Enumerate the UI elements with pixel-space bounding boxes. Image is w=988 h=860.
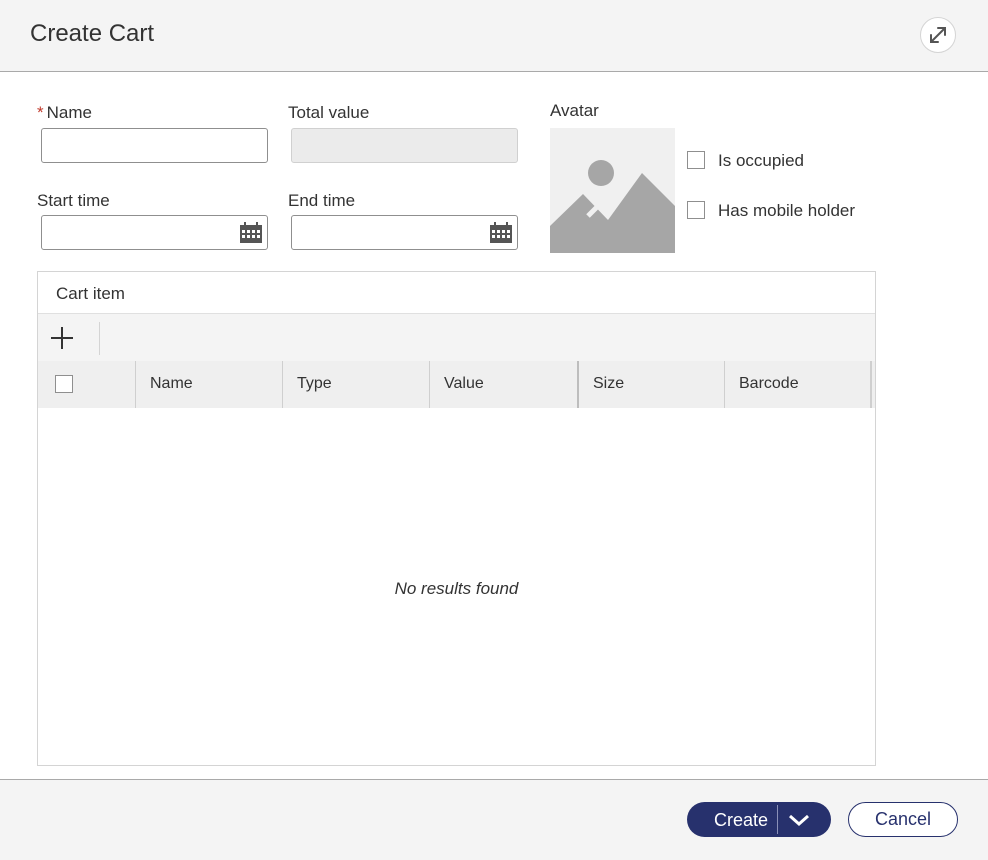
chevron-down-icon[interactable] — [788, 812, 810, 828]
start-time-input[interactable] — [41, 215, 268, 250]
grid-toolbar — [38, 313, 875, 362]
cancel-button[interactable]: Cancel — [848, 802, 958, 837]
has-mobile-holder-checkbox[interactable] — [687, 201, 705, 219]
end-time-input[interactable] — [291, 215, 518, 250]
toolbar-divider — [99, 322, 100, 355]
grid-title: Cart item — [56, 284, 125, 303]
end-time-label: End time — [288, 191, 356, 210]
column-header-barcode[interactable]: Barcode — [724, 361, 872, 408]
plus-icon[interactable] — [50, 326, 74, 350]
is-occupied-label: Is occupied — [718, 151, 804, 170]
dialog-header: Create Cart — [0, 0, 988, 72]
select-all-checkbox[interactable] — [55, 375, 73, 393]
name-input[interactable] — [41, 128, 268, 163]
expand-icon — [930, 27, 946, 43]
column-header-size[interactable]: Size — [577, 361, 725, 408]
create-button[interactable]: Create — [687, 802, 831, 837]
name-label: * Name — [37, 103, 92, 122]
expand-button[interactable] — [920, 17, 956, 53]
is-occupied-checkbox[interactable] — [687, 151, 705, 169]
required-indicator: * — [37, 103, 44, 122]
cart-item-grid: Cart item Name Type Value Size Barcode N… — [37, 271, 876, 766]
start-time-label: Start time — [37, 191, 110, 210]
calendar-icon[interactable] — [239, 222, 263, 244]
avatar-label: Avatar — [550, 101, 599, 120]
column-header-type[interactable]: Type — [282, 361, 430, 408]
avatar-upload[interactable] — [550, 128, 675, 253]
create-button-divider — [777, 805, 778, 834]
dialog-title: Create Cart — [30, 20, 155, 47]
create-button-label: Create — [714, 810, 769, 830]
has-mobile-holder-label: Has mobile holder — [718, 201, 856, 220]
column-header-value[interactable]: Value — [429, 361, 577, 408]
image-placeholder-icon — [550, 160, 675, 253]
dialog-footer: Create Cancel — [0, 779, 988, 860]
table-header: Name Type Value Size Barcode — [38, 361, 875, 408]
total-value-input — [291, 128, 518, 163]
total-value-label: Total value — [288, 103, 370, 122]
empty-message: No results found — [394, 579, 519, 598]
column-header-name[interactable]: Name — [135, 361, 283, 408]
calendar-icon[interactable] — [489, 222, 513, 244]
select-all-cell — [38, 361, 136, 408]
